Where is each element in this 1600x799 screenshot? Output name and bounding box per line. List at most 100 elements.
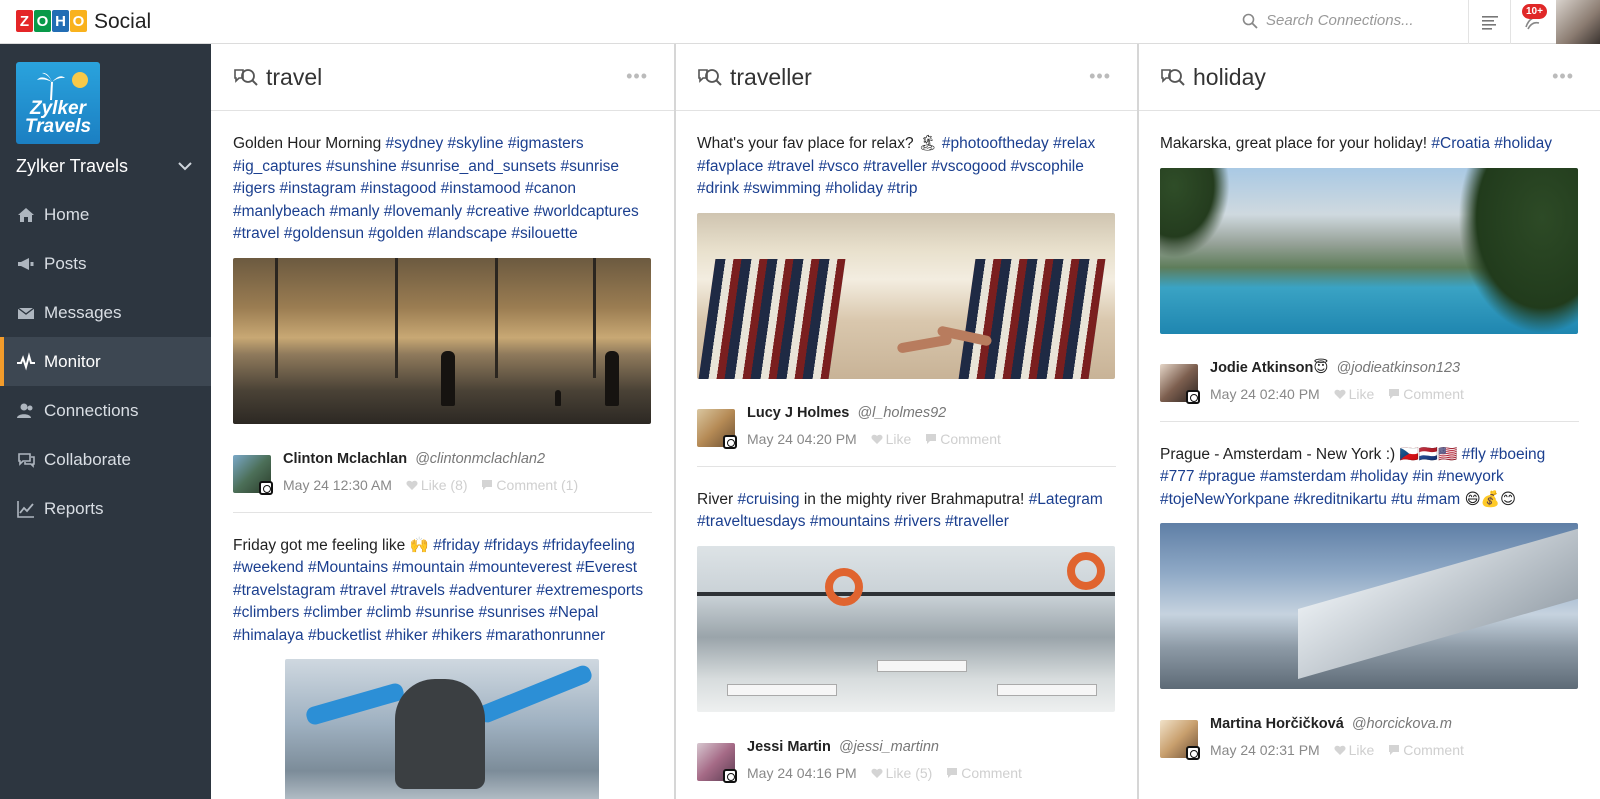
post-meta-line: May 24 04:16 PM Like (5) Comment [747, 765, 1022, 781]
author-handle: @jessi_martinn [838, 738, 939, 755]
hashtags[interactable]: #Croatia #holiday [1431, 135, 1552, 152]
author[interactable]: Lucy J Holmes @l_holmes92 [747, 405, 946, 421]
chevron-down-icon[interactable] [177, 158, 193, 174]
comment-button[interactable]: Comment [1388, 386, 1464, 402]
comment-button[interactable]: Comment [946, 765, 1022, 781]
post-item[interactable]: Prague - Amsterdam - New York :) 🇨🇿🇳🇱🇺🇸 … [1160, 422, 1579, 778]
post-image[interactable] [697, 545, 1115, 712]
monitor-column-travel: travel ••• Golden Hour Morning #sydney #… [211, 44, 674, 799]
users-icon [17, 403, 33, 418]
search-input[interactable]: Search Connections... [1266, 12, 1414, 29]
monitor-search-icon [698, 69, 722, 86]
comment-icon [1389, 388, 1400, 399]
author-handle: @horcickova.m [1351, 716, 1452, 732]
user-avatar[interactable] [1556, 0, 1600, 44]
sidebar-item-reports[interactable]: Reports [0, 484, 211, 533]
sidebar-item-monitor[interactable]: Monitor [0, 337, 211, 386]
heart-icon [871, 768, 883, 778]
chart-icon [17, 500, 34, 518]
post-item[interactable]: What's your fav place for relax? 🏝 #phot… [697, 111, 1116, 467]
like-button[interactable]: Like [871, 431, 911, 447]
comment-icon [926, 433, 937, 444]
heart-icon [1334, 745, 1346, 755]
search-connections[interactable]: Search Connections... [1242, 12, 1414, 29]
sidebar-item-collaborate[interactable]: Collaborate [0, 435, 211, 484]
more-options-icon[interactable]: ••• [626, 66, 648, 87]
comment-button[interactable]: Comment (1) [481, 477, 578, 493]
sidebar-item-home[interactable]: Home [0, 190, 211, 239]
chat-icon [18, 452, 35, 468]
post-text: Prague - Amsterdam - New York :) 🇨🇿🇳🇱🇺🇸 … [1160, 445, 1546, 508]
comment-button[interactable]: Comment [925, 431, 1001, 447]
author[interactable]: Jessi Martin @jessi_martinn [747, 739, 939, 755]
sidebar-item-connections[interactable]: Connections [0, 386, 211, 435]
divider [1510, 0, 1511, 44]
post-meta: Jodie Atkinson😇 @jodieatkinson123 May 24 … [1160, 360, 1579, 404]
author-handle: @l_holmes92 [857, 404, 947, 421]
list-icon[interactable] [1481, 13, 1499, 31]
post-meta: Jessi Martin @jessi_martinn May 24 04:16 … [697, 739, 1116, 783]
post-list: What's your fav place for relax? 🏝 #phot… [676, 111, 1137, 799]
pulse-icon [17, 351, 35, 370]
more-options-icon[interactable]: ••• [1089, 66, 1111, 87]
notification-badge: 10+ [1522, 4, 1547, 19]
author[interactable]: Martina Horčičková @horcickova.m [1210, 716, 1452, 732]
column-header: holiday ••• [1139, 44, 1600, 111]
author[interactable]: Jodie Atkinson😇 @jodieatkinson123 [1210, 360, 1460, 376]
heart-icon [1334, 389, 1346, 399]
brand-logo[interactable]: Zylker Travels [16, 62, 100, 144]
heart-icon [406, 480, 418, 490]
timestamp: May 24 04:16 PM [747, 764, 857, 781]
app-name: Social [94, 10, 152, 33]
like-button[interactable]: Like (8) [406, 477, 468, 493]
search-icon [1242, 13, 1258, 29]
post-item[interactable]: Friday got me feeling like 🙌 #friday #fr… [233, 513, 652, 799]
post-meta: Martina Horčičková @horcickova.m May 24 0… [1160, 716, 1579, 760]
post-meta: Clinton Mclachlan @clintonmclachlan2 May … [233, 451, 652, 495]
column-title: traveller [730, 63, 812, 90]
post-meta: Lucy J Holmes @l_holmes92 May 24 04:20 PM… [697, 405, 1116, 449]
post-text: Makarska, great place for your holiday! … [1160, 135, 1553, 152]
post-meta-line: May 24 02:40 PM Like Comment [1210, 386, 1464, 402]
post-meta-line: May 24 04:20 PM Like Comment [747, 431, 1001, 447]
timestamp: May 24 02:40 PM [1210, 385, 1320, 402]
envelope-icon [17, 306, 35, 319]
instagram-icon [1186, 389, 1200, 404]
column-header: travel ••• [211, 44, 674, 111]
post-list: Golden Hour Morning #sydney #skyline #ig… [211, 111, 674, 799]
hashtag[interactable]: #cruising [737, 491, 799, 508]
like-button[interactable]: Like [1334, 386, 1374, 402]
post-item[interactable]: Makarska, great place for your holiday! … [1160, 111, 1579, 422]
zoho-social-logo[interactable]: Z O H O Social [16, 9, 151, 35]
megaphone-icon [18, 257, 34, 270]
timestamp: May 24 12:30 AM [283, 476, 392, 493]
brand-logo-text: Zylker Travels [24, 98, 92, 137]
sidebar: Zylker Travels Zylker Travels Home Posts… [0, 44, 211, 799]
post-image[interactable] [285, 659, 599, 799]
post-list: Makarska, great place for your holiday! … [1139, 111, 1600, 777]
post-image[interactable] [1160, 523, 1578, 689]
sidebar-nav: Home Posts Messages Monitor Connections … [0, 190, 211, 533]
author[interactable]: Clinton Mclachlan @clintonmclachlan2 [283, 451, 545, 467]
instagram-icon [723, 434, 737, 449]
column-title: travel [266, 63, 323, 90]
heart-icon [871, 434, 883, 444]
monitor-search-icon [234, 69, 258, 86]
post-image[interactable] [1160, 167, 1578, 334]
sidebar-item-messages[interactable]: Messages [0, 288, 211, 337]
divider [1468, 0, 1469, 44]
post-image[interactable] [697, 212, 1115, 379]
top-bar: Z O H O Social Search Connections... 10+ [0, 0, 1600, 44]
like-button[interactable]: Like [1334, 742, 1374, 758]
brand-name[interactable]: Zylker Travels [16, 156, 128, 177]
post-item[interactable]: Golden Hour Morning #sydney #skyline #ig… [233, 111, 652, 513]
more-options-icon[interactable]: ••• [1552, 66, 1574, 87]
post-text: What's your fav place for relax? 🏝 #phot… [697, 135, 1096, 197]
post-image[interactable] [233, 257, 651, 424]
sun-icon [72, 72, 88, 88]
like-button[interactable]: Like (5) [871, 765, 932, 781]
post-item[interactable]: River #cruising in the mighty river Brah… [697, 467, 1116, 799]
comment-button[interactable]: Comment [1388, 742, 1464, 758]
sidebar-item-posts[interactable]: Posts [0, 239, 211, 288]
comment-icon [482, 479, 493, 490]
